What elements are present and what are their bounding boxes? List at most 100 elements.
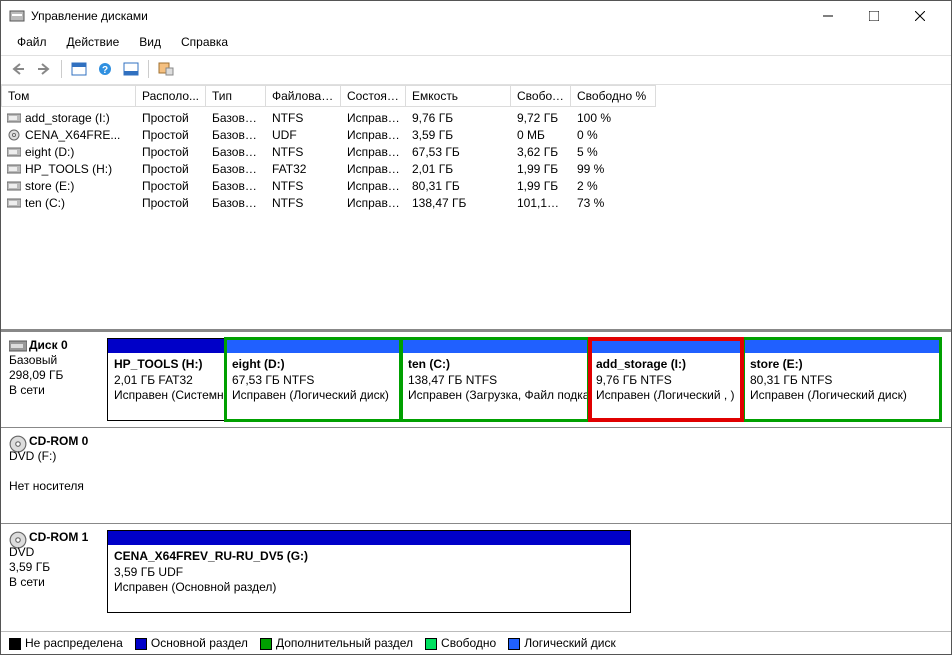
toolbar: ? xyxy=(1,55,951,85)
col-capacity[interactable]: Емкость xyxy=(406,85,511,107)
partition-size: 67,53 ГБ NTFS xyxy=(232,373,314,387)
partition-status: Исправен (Основной раздел) xyxy=(114,580,276,594)
col-freepct[interactable]: Свободно % xyxy=(571,85,656,107)
partition-store[interactable]: store (E:)80,31 ГБ NTFSИсправен (Логичес… xyxy=(743,338,941,421)
volume-icon xyxy=(7,129,21,141)
view-top-icon[interactable] xyxy=(68,58,90,80)
col-status[interactable]: Состояние xyxy=(341,85,406,107)
volume-fs: NTFS xyxy=(266,145,341,159)
partition-title: store (E:) xyxy=(750,357,803,371)
menu-help[interactable]: Справка xyxy=(173,33,236,51)
volume-capacity: 3,59 ГБ xyxy=(406,128,511,142)
partition-eight[interactable]: eight (D:)67,53 ГБ NTFSИсправен (Логичес… xyxy=(225,338,401,421)
partition-title: add_storage (I:) xyxy=(596,357,686,371)
volume-layout: Простой xyxy=(136,111,206,125)
partition-header xyxy=(590,339,742,353)
partition-header xyxy=(108,531,630,545)
partition-size: 3,59 ГБ UDF xyxy=(114,565,183,579)
graphical-view: Диск 0 Базовый 298,09 ГБ В сети HP_TOOLS… xyxy=(1,331,951,631)
volume-row[interactable]: ten (C:)ПростойБазовыйNTFSИсправен...138… xyxy=(1,194,951,211)
partition-hp-tools[interactable]: HP_TOOLS (H:)2,01 ГБ FAT32Исправен (Сист… xyxy=(107,338,225,421)
partition-header xyxy=(744,339,940,353)
close-button[interactable] xyxy=(897,1,943,31)
view-bottom-icon[interactable] xyxy=(120,58,142,80)
volume-type: Базовый xyxy=(206,162,266,176)
partition-title: CENA_X64FREV_RU-RU_DV5 (G:) xyxy=(114,549,308,563)
partition-ten[interactable]: ten (C:)138,47 ГБ NTFSИсправен (Загрузка… xyxy=(401,338,589,421)
col-filesystem[interactable]: Файловая с... xyxy=(266,85,341,107)
volume-name: HP_TOOLS (H:) xyxy=(25,162,112,176)
col-free[interactable]: Свобод... xyxy=(511,85,571,107)
settings-icon[interactable] xyxy=(155,58,177,80)
volume-status: Исправен... xyxy=(341,179,406,193)
partition-add-storage[interactable]: add_storage (I:)9,76 ГБ NTFSИсправен (Ло… xyxy=(589,338,743,421)
disk-type: DVD (F:) xyxy=(9,449,56,463)
volume-name: add_storage (I:) xyxy=(25,111,110,125)
volume-capacity: 2,01 ГБ xyxy=(406,162,511,176)
volume-icon xyxy=(7,180,21,192)
disk-row-cdrom1[interactable]: CD-ROM 1 DVD 3,59 ГБ В сети CENA_X64FREV… xyxy=(1,523,951,619)
disk-name: CD-ROM 1 xyxy=(29,530,88,544)
disk-info: CD-ROM 0 DVD (F:) Нет носителя xyxy=(1,428,105,523)
app-icon xyxy=(9,8,25,24)
volume-freepct: 100 % xyxy=(571,111,656,125)
volume-row[interactable]: add_storage (I:) ПростойБазовыйNTFSИсправ… xyxy=(1,109,951,126)
volume-row[interactable]: HP_TOOLS (H:)ПростойБазовыйFAT32Исправен… xyxy=(1,160,951,177)
volume-type: Базовый xyxy=(206,128,266,142)
volume-layout: Простой xyxy=(136,128,206,142)
partition-status: Исправен (Логический диск) xyxy=(232,388,389,402)
volume-fs: NTFS xyxy=(266,111,341,125)
col-volume[interactable]: Том xyxy=(1,85,136,107)
back-button[interactable] xyxy=(7,58,29,80)
volume-fs: UDF xyxy=(266,128,341,142)
partition-cena[interactable]: CENA_X64FREV_RU-RU_DV5 (G:) 3,59 ГБ UDFИс… xyxy=(107,530,631,613)
volume-icon xyxy=(7,146,21,158)
volume-row[interactable]: eight (D:)ПростойБазовыйNTFSИсправен...6… xyxy=(1,143,951,160)
legend: Не распределена Основной раздел Дополнит… xyxy=(1,631,951,654)
menu-bar: Файл Действие Вид Справка xyxy=(1,31,951,55)
volume-name: CENA_X64FRE... xyxy=(25,128,120,142)
volume-type: Базовый xyxy=(206,111,266,125)
disk-row-cdrom0[interactable]: CD-ROM 0 DVD (F:) Нет носителя xyxy=(1,427,951,523)
toolbar-separator xyxy=(148,60,149,78)
volume-layout: Простой xyxy=(136,179,206,193)
volume-name: ten (C:) xyxy=(25,196,65,210)
help-icon[interactable]: ? xyxy=(94,58,116,80)
menu-view[interactable]: Вид xyxy=(131,33,169,51)
volume-freepct: 0 % xyxy=(571,128,656,142)
disk-empty: Нет носителя xyxy=(9,479,84,493)
menu-action[interactable]: Действие xyxy=(59,33,128,51)
disk-info: Диск 0 Базовый 298,09 ГБ В сети xyxy=(1,332,105,427)
disk-type: DVD xyxy=(9,545,34,559)
maximize-button[interactable] xyxy=(851,1,897,31)
partition-header xyxy=(226,339,400,353)
volume-freepct: 73 % xyxy=(571,196,656,210)
partition-size: 9,76 ГБ NTFS xyxy=(596,373,672,387)
volume-free: 101,12 ГБ xyxy=(511,196,571,210)
volume-row[interactable]: CENA_X64FRE...ПростойБазовыйUDFИсправен.… xyxy=(1,126,951,143)
svg-text:?: ? xyxy=(102,65,108,76)
window-title: Управление дисками xyxy=(31,9,805,23)
volume-status: Исправен... xyxy=(341,145,406,159)
col-layout[interactable]: Располо... xyxy=(136,85,206,107)
disk-partitions: HP_TOOLS (H:)2,01 ГБ FAT32Исправен (Сист… xyxy=(105,332,951,427)
disk-row-0[interactable]: Диск 0 Базовый 298,09 ГБ В сети HP_TOOLS… xyxy=(1,331,951,427)
volume-freepct: 99 % xyxy=(571,162,656,176)
volume-type: Базовый xyxy=(206,179,266,193)
volume-fs: NTFS xyxy=(266,179,341,193)
forward-button[interactable] xyxy=(33,58,55,80)
minimize-button[interactable] xyxy=(805,1,851,31)
partition-header xyxy=(108,339,224,353)
partition-size: 80,31 ГБ NTFS xyxy=(750,373,832,387)
disk-size: 3,59 ГБ xyxy=(9,560,50,574)
cdrom-icon xyxy=(9,531,27,545)
disk-status: В сети xyxy=(9,383,45,397)
volume-freepct: 2 % xyxy=(571,179,656,193)
menu-file[interactable]: Файл xyxy=(9,33,55,51)
volume-row[interactable]: store (E:)ПростойБазовыйNTFSИсправен...8… xyxy=(1,177,951,194)
volume-capacity: 138,47 ГБ xyxy=(406,196,511,210)
col-type[interactable]: Тип xyxy=(206,85,266,107)
volume-layout: Простой xyxy=(136,145,206,159)
volume-status: Исправен... xyxy=(341,111,406,125)
partition-size: 138,47 ГБ NTFS xyxy=(408,373,497,387)
